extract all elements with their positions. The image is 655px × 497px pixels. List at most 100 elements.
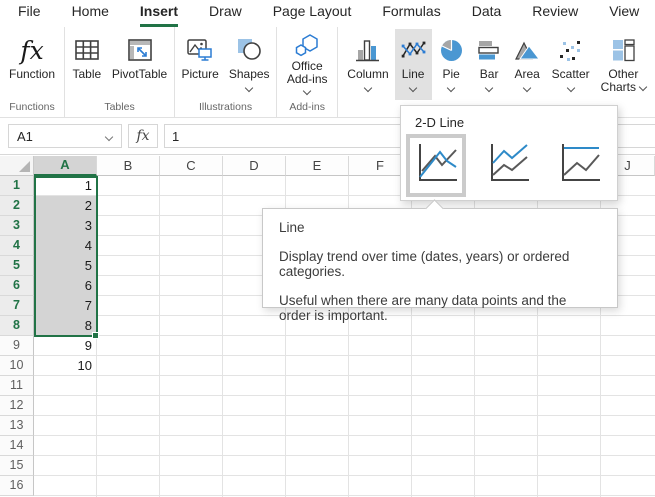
hundred-pct-stacked-line-thumbnail-icon: [556, 141, 602, 185]
ribbon-group-addins: Office Add-ins Add-ins: [277, 27, 338, 117]
bar-chart-button[interactable]: Bar: [471, 29, 508, 100]
other-charts-button[interactable]: Other Charts: [596, 29, 651, 100]
group-label-functions: Functions: [0, 100, 64, 117]
bar-chart-icon: [476, 32, 503, 68]
picture-icon: [186, 32, 214, 68]
tab-file[interactable]: File: [18, 3, 41, 27]
fx-icon: fx: [136, 128, 149, 144]
tab-home[interactable]: Home: [72, 3, 109, 27]
row-headers: 1 2 3 4 5 6 7 8 9 10 11 12 13 14 15 16: [0, 176, 34, 496]
cell-A3[interactable]: 3: [34, 216, 97, 236]
line-chart-label: Line: [402, 68, 425, 81]
cell-A2[interactable]: 2: [34, 196, 97, 216]
shapes-icon: [235, 32, 263, 68]
stacked-line-thumbnail-icon: [485, 141, 531, 185]
bar-chart-label: Bar: [480, 68, 499, 81]
row-header-8[interactable]: 8: [0, 316, 34, 336]
row-header-11[interactable]: 11: [0, 376, 34, 396]
row-header-4[interactable]: 4: [0, 236, 34, 256]
office-addins-icon: [293, 32, 321, 60]
office-addins-label-line2: Add-ins: [287, 73, 328, 86]
cell-A8[interactable]: 8: [34, 316, 97, 336]
pivottable-button[interactable]: PivotTable: [107, 29, 172, 100]
line-chart-button[interactable]: Line: [395, 29, 432, 100]
insert-function-button[interactable]: fx: [128, 124, 158, 148]
picture-label: Picture: [182, 68, 219, 81]
row-header-2[interactable]: 2: [0, 196, 34, 216]
row-header-7[interactable]: 7: [0, 296, 34, 316]
tab-draw[interactable]: Draw: [209, 3, 242, 27]
row-header-16[interactable]: 16: [0, 476, 34, 496]
cell-A5[interactable]: 5: [34, 256, 97, 276]
column-chart-button[interactable]: Column: [342, 29, 393, 100]
scatter-chart-label: Scatter: [552, 68, 590, 81]
ribbon-group-charts: Column Line: [338, 27, 655, 117]
column-header-D[interactable]: D: [223, 156, 286, 176]
column-header-A[interactable]: A: [34, 156, 97, 176]
fill-handle[interactable]: [92, 332, 99, 339]
tab-page-layout[interactable]: Page Layout: [273, 3, 352, 27]
cell-A10[interactable]: 10: [34, 356, 97, 376]
cell-A4[interactable]: 4: [34, 236, 97, 256]
row-header-15[interactable]: 15: [0, 456, 34, 476]
row-header-12[interactable]: 12: [0, 396, 34, 416]
table-button[interactable]: Table: [67, 29, 107, 100]
cell-A6[interactable]: 6: [34, 276, 97, 296]
function-button[interactable]: fx Function: [4, 29, 60, 100]
row-header-13[interactable]: 13: [0, 416, 34, 436]
shapes-button[interactable]: Shapes: [224, 29, 275, 100]
line-chart-tooltip: Line Display trend over time (dates, yea…: [262, 208, 618, 308]
column-chart-icon: [354, 32, 381, 68]
cell-A9[interactable]: 9: [34, 336, 97, 356]
hundred-pct-stacked-line-chart-option[interactable]: [550, 135, 608, 196]
stacked-line-chart-option[interactable]: [479, 135, 537, 196]
line-chart-icon: [400, 32, 427, 68]
cell-A7[interactable]: 7: [34, 296, 97, 316]
area-chart-label: Area: [514, 68, 539, 81]
office-addins-button[interactable]: Office Add-ins: [282, 29, 333, 100]
pivottable-label: PivotTable: [112, 68, 167, 81]
select-all-button[interactable]: [0, 156, 34, 176]
row-header-14[interactable]: 14: [0, 436, 34, 456]
name-box[interactable]: A1: [8, 124, 122, 148]
pie-chart-label: Pie: [442, 68, 459, 81]
formula-value: 1: [172, 129, 179, 144]
scatter-chart-icon: [557, 32, 584, 68]
picture-button[interactable]: Picture: [177, 29, 224, 100]
tab-formulas[interactable]: Formulas: [382, 3, 440, 27]
group-label-tables: Tables: [65, 100, 174, 117]
table-label: Table: [73, 68, 102, 81]
tab-data[interactable]: Data: [472, 3, 502, 27]
shapes-label: Shapes: [229, 68, 270, 81]
tooltip-title: Line: [279, 220, 601, 235]
tooltip-description: Display trend over time (dates, years) o…: [279, 249, 601, 279]
row-header-5[interactable]: 5: [0, 256, 34, 276]
tab-view[interactable]: View: [609, 3, 639, 27]
chevron-down-icon: [639, 83, 647, 91]
tab-insert[interactable]: Insert: [140, 3, 178, 27]
area-chart-button[interactable]: Area: [509, 29, 546, 100]
menu-bar: File Home Insert Draw Page Layout Formul…: [0, 0, 655, 27]
row-header-9[interactable]: 9: [0, 336, 34, 356]
chevron-down-icon: [364, 84, 372, 92]
column-header-E[interactable]: E: [286, 156, 349, 176]
row-header-3[interactable]: 3: [0, 216, 34, 236]
chevron-down-icon: [105, 133, 113, 141]
other-charts-icon: [610, 32, 637, 68]
line-thumbnail-icon: [413, 141, 459, 185]
column-header-C[interactable]: C: [160, 156, 223, 176]
column-header-B[interactable]: B: [97, 156, 160, 176]
scatter-chart-button[interactable]: Scatter: [547, 29, 595, 100]
other-charts-label-line2: Charts: [601, 81, 646, 94]
row-header-6[interactable]: 6: [0, 276, 34, 296]
row-header-10[interactable]: 10: [0, 356, 34, 376]
pie-chart-button[interactable]: Pie: [433, 29, 470, 100]
row-header-1[interactable]: 1: [0, 176, 34, 196]
group-label-addins: Add-ins: [277, 100, 337, 117]
tooltip-usage-note: Useful when there are many data points a…: [279, 293, 601, 323]
tab-review[interactable]: Review: [532, 3, 578, 27]
chevron-down-icon: [245, 84, 253, 92]
cell-A1[interactable]: 1: [34, 176, 97, 196]
chevron-down-icon: [566, 84, 574, 92]
line-chart-option[interactable]: [406, 134, 466, 197]
